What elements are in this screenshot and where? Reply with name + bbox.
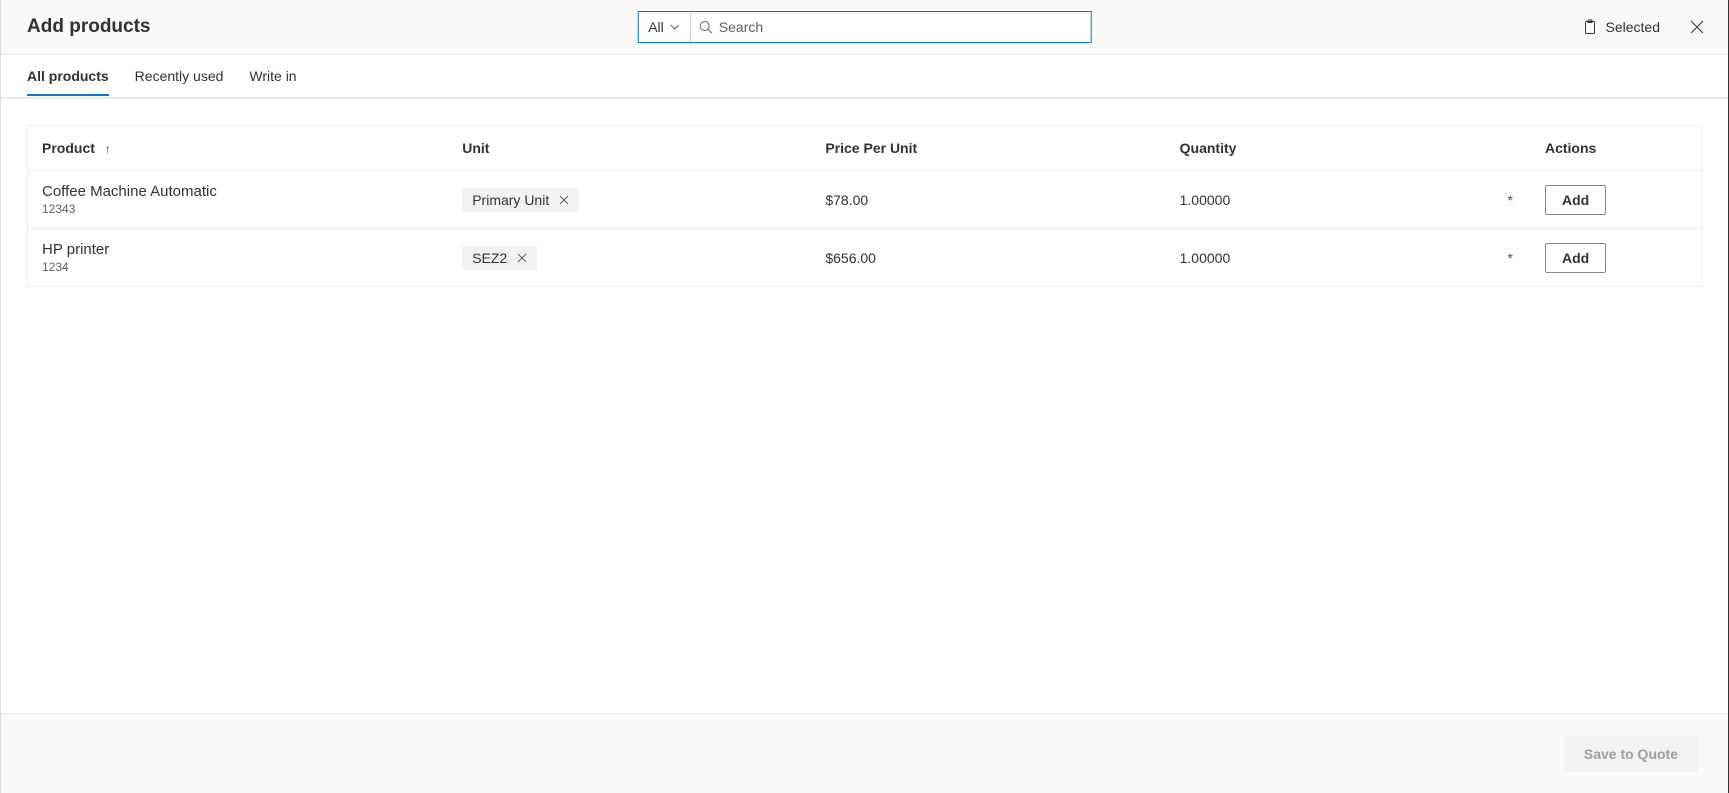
clipboard-icon [1582,19,1598,35]
column-header-quantity[interactable]: Quantity [1166,126,1531,171]
table-header-row: Product ↑ Unit Price Per Unit Quantity A… [28,126,1702,171]
close-icon [559,195,569,205]
tab-all-products[interactable]: All products [27,58,109,94]
column-header-product-label: Product [42,140,95,156]
chevron-down-icon [670,24,680,30]
column-header-actions: Actions [1531,126,1702,171]
price-cell[interactable]: $656.00 [811,229,1165,287]
close-icon [1690,20,1704,34]
column-header-unit[interactable]: Unit [448,126,811,171]
add-button[interactable]: Add [1545,185,1606,215]
unit-chip: SEZ2 [462,246,537,270]
unit-chip: Primary Unit [462,188,579,212]
close-icon [517,253,527,263]
tab-bar: All products Recently used Write in [1,55,1728,99]
unit-chip-label: SEZ2 [472,250,507,266]
dialog-header: Add products All Selected [1,0,1728,55]
price-cell[interactable]: $78.00 [811,171,1165,229]
actions-cell: Add [1531,229,1702,287]
column-header-product[interactable]: Product ↑ [28,126,449,171]
table-row: Coffee Machine Automatic 12343 Primary U… [28,171,1702,229]
save-to-quote-button[interactable]: Save to Quote [1564,736,1698,772]
search-filter-dropdown[interactable]: All [638,12,691,42]
table-row: HP printer 1234 SEZ2 $656.00 1.00000 [28,229,1702,287]
content-area: Product ↑ Unit Price Per Unit Quantity A… [1,99,1728,713]
required-indicator: * [1500,192,1513,208]
product-code: 1234 [42,260,434,274]
product-code: 12343 [42,202,434,216]
tab-write-in[interactable]: Write in [249,58,296,94]
search-icon [699,20,713,34]
product-cell[interactable]: Coffee Machine Automatic 12343 [28,171,449,229]
search-input[interactable] [719,19,1083,35]
selected-label: Selected [1606,19,1660,35]
product-name: Coffee Machine Automatic [42,183,434,200]
unit-cell[interactable]: SEZ2 [448,229,811,287]
dialog-title: Add products [27,16,151,38]
quantity-cell[interactable]: 1.00000 * [1166,229,1531,287]
tab-recently-used[interactable]: Recently used [135,58,224,94]
unit-chip-label: Primary Unit [472,192,549,208]
sort-ascending-icon: ↑ [105,142,111,156]
selected-button[interactable]: Selected [1582,19,1660,35]
search-filter-label: All [648,19,664,35]
close-button[interactable] [1688,18,1706,36]
products-table: Product ↑ Unit Price Per Unit Quantity A… [27,125,1702,287]
quantity-value: 1.00000 [1180,250,1231,266]
search-box [691,12,1091,42]
product-name: HP printer [42,241,434,258]
column-header-price[interactable]: Price Per Unit [811,126,1165,171]
quantity-value: 1.00000 [1180,192,1231,208]
remove-unit-button[interactable] [517,253,527,263]
remove-unit-button[interactable] [559,195,569,205]
search-group: All [637,11,1092,43]
quantity-cell[interactable]: 1.00000 * [1166,171,1531,229]
product-cell[interactable]: HP printer 1234 [28,229,449,287]
required-indicator: * [1500,250,1513,266]
unit-cell[interactable]: Primary Unit [448,171,811,229]
add-button[interactable]: Add [1545,243,1606,273]
header-actions: Selected [1582,18,1706,36]
dialog-footer: Save to Quote [1,713,1728,793]
actions-cell: Add [1531,171,1702,229]
